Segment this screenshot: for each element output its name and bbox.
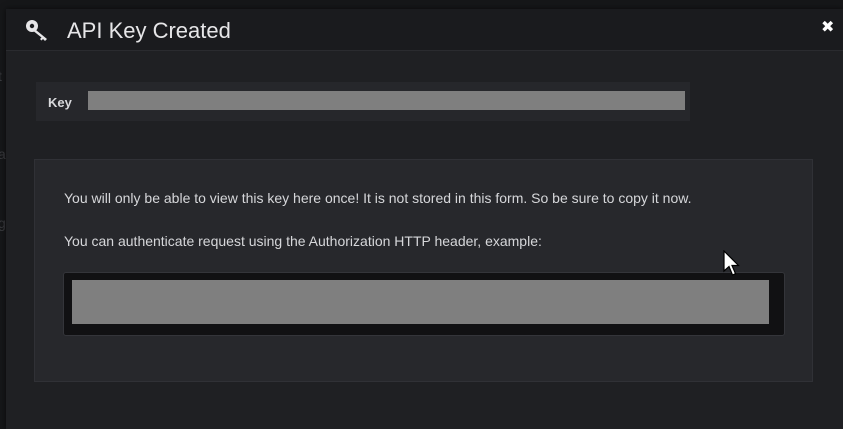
dialog-header: API Key Created ✖ [6,9,843,51]
info-auth-text: You can authenticate request using the A… [64,233,542,249]
close-icon[interactable]: ✖ [821,19,835,35]
info-panel: You will only be able to view this key h… [34,159,813,382]
background-text-fragment: a [0,146,6,162]
key-icon [25,18,51,42]
key-label: Key [48,95,72,110]
dialog-title: API Key Created [67,18,231,43]
background-text-fragment: g [0,215,6,231]
mouse-pointer-icon [723,250,740,276]
background-text-fragment: t [0,68,2,84]
auth-header-example-box [63,272,785,336]
info-warning-text: You will only be able to view this key h… [64,190,692,206]
key-field-row: Key [36,82,690,121]
api-key-dialog: API Key Created ✖ Key You will only be a… [6,9,843,429]
key-input[interactable] [88,91,685,110]
auth-header-example-value[interactable] [72,280,769,324]
